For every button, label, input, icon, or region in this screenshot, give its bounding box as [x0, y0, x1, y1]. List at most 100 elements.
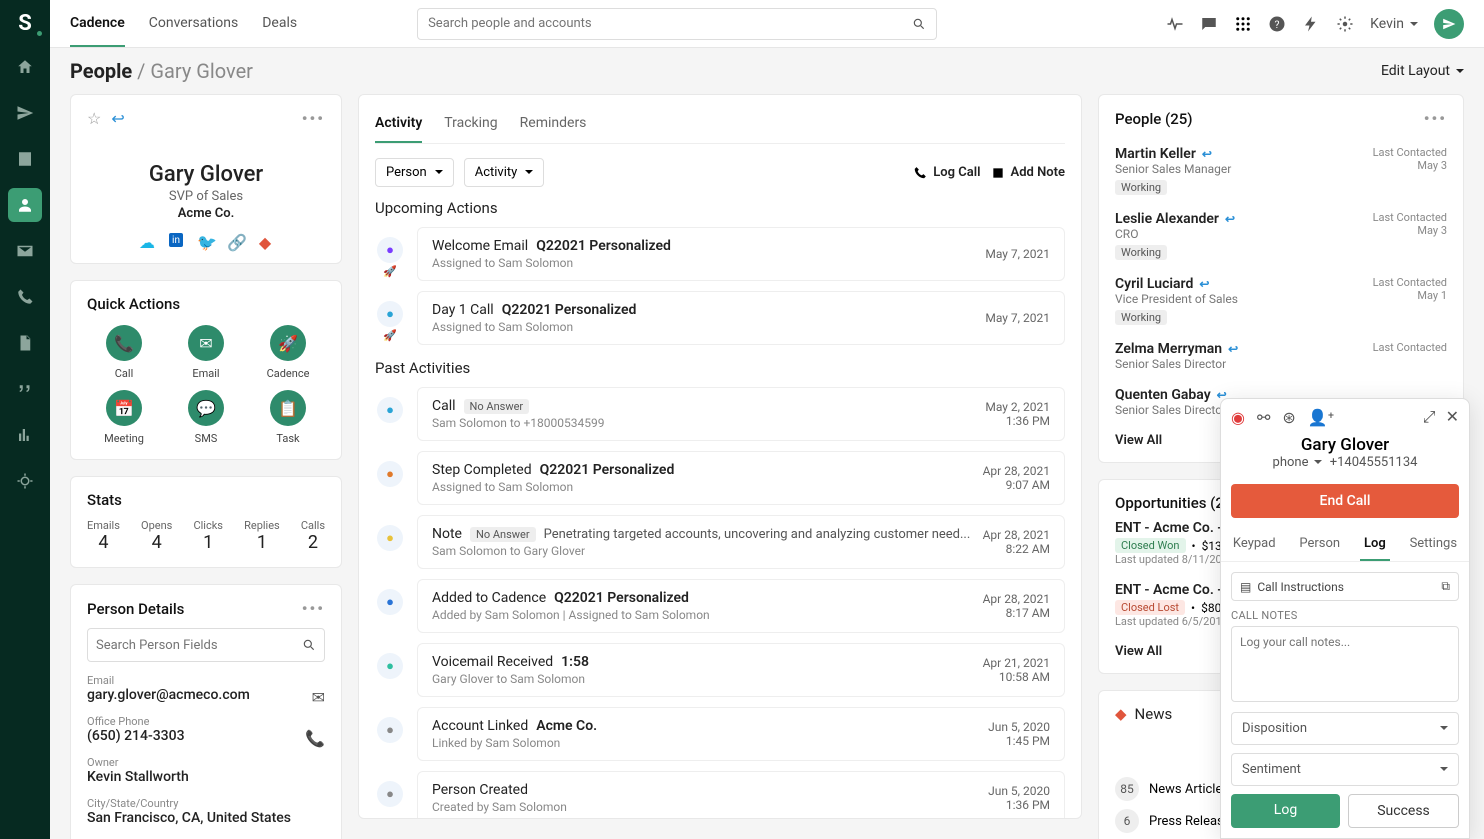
- profile-more-icon[interactable]: •••: [302, 109, 325, 128]
- tab-cadence[interactable]: Cadence: [70, 1, 125, 47]
- svg-text:?: ?: [1275, 17, 1280, 30]
- person-company[interactable]: Acme Co.: [87, 206, 325, 221]
- quick-action-email[interactable]: ✉ Email: [169, 325, 243, 380]
- activity-row[interactable]: ● Added to Cadence Q22021 Personalized A…: [375, 579, 1065, 633]
- person-fields-search-input[interactable]: [96, 638, 302, 653]
- tab-reminders[interactable]: Reminders: [520, 109, 587, 143]
- people-list-item[interactable]: Martin Keller ↩ Senior Sales Manager Wor…: [1115, 138, 1447, 203]
- filter-person[interactable]: Person: [375, 158, 454, 187]
- activity-type-icon: ●: [377, 589, 403, 615]
- people-list-item[interactable]: Leslie Alexander ↩ CRO Working Last Cont…: [1115, 203, 1447, 268]
- call-tab-keypad[interactable]: Keypad: [1229, 528, 1280, 561]
- rail-accounts-icon[interactable]: [8, 142, 42, 176]
- call-log-button[interactable]: Log: [1231, 794, 1340, 828]
- rail-phone-icon[interactable]: [8, 280, 42, 314]
- tab-activity[interactable]: Activity: [375, 109, 422, 143]
- call-tab-log[interactable]: Log: [1360, 528, 1390, 561]
- people-panel-more-icon[interactable]: •••: [1424, 109, 1447, 128]
- add-person-icon[interactable]: 👤⁺: [1308, 408, 1334, 427]
- tab-deals[interactable]: Deals: [262, 1, 297, 47]
- person-name: Gary Glover: [87, 162, 325, 187]
- people-list-item[interactable]: Zelma Merryman ↩ Senior Sales Director L…: [1115, 333, 1447, 379]
- bolt-icon[interactable]: [1302, 15, 1320, 33]
- rail-people-icon[interactable]: [8, 188, 42, 222]
- call-notes[interactable]: [1231, 626, 1459, 702]
- activity-type-icon: ●: [377, 237, 403, 263]
- launch-button[interactable]: [1434, 9, 1464, 39]
- quick-action-cadence[interactable]: 🚀 Cadence: [251, 325, 325, 380]
- add-note-button[interactable]: Add Note: [991, 165, 1065, 180]
- person-details-more-icon[interactable]: •••: [302, 599, 325, 618]
- call-notes-input[interactable]: [1232, 627, 1458, 701]
- activity-row[interactable]: ● Note No Answer Penetrating targeted ac…: [375, 515, 1065, 569]
- activity-row[interactable]: ● Call No Answer Sam Solomon to +1800053…: [375, 387, 1065, 441]
- user-name: Kevin: [1370, 16, 1404, 32]
- rail-cadence-icon[interactable]: [8, 96, 42, 130]
- phone-icon[interactable]: 📞: [305, 729, 325, 748]
- chat-icon[interactable]: [1200, 15, 1218, 33]
- linkedin-icon[interactable]: in: [169, 233, 183, 247]
- quick-action-meeting[interactable]: 📅 Meeting: [87, 390, 161, 445]
- gear-icon[interactable]: [1336, 15, 1354, 33]
- rail-mail-icon[interactable]: [8, 234, 42, 268]
- call-tab-settings[interactable]: Settings: [1406, 528, 1461, 561]
- apps-icon[interactable]: [1234, 15, 1252, 33]
- person-title: SVP of Sales: [87, 189, 325, 204]
- quick-action-sms[interactable]: 💬 SMS: [169, 390, 243, 445]
- quick-action-task[interactable]: 📋 Task: [251, 390, 325, 445]
- activity-row[interactable]: ● Step Completed Q22021 Personalized Ass…: [375, 451, 1065, 505]
- global-search-input[interactable]: [428, 16, 912, 31]
- rail-target-icon[interactable]: [8, 464, 42, 498]
- link-icon[interactable]: 🔗: [227, 233, 243, 249]
- activity-row[interactable]: ● 🚀 Day 1 Call Q22021 Personalized Assig…: [375, 291, 1065, 345]
- pulse-icon[interactable]: [1166, 15, 1184, 33]
- doc-icon: ▤: [1240, 580, 1251, 594]
- user-menu[interactable]: Kevin: [1370, 16, 1418, 32]
- reply-icon[interactable]: ↩: [111, 109, 124, 128]
- activity-panel: Activity Tracking Reminders Person Activ…: [358, 94, 1082, 819]
- expand-icon[interactable]: ⤢: [1423, 407, 1436, 427]
- sentiment-select[interactable]: Sentiment: [1231, 753, 1459, 786]
- popout-icon[interactable]: ⧉: [1441, 579, 1450, 594]
- twitter-icon[interactable]: 🐦: [197, 233, 213, 249]
- breadcrumb-leaf: Gary Glover: [150, 59, 253, 83]
- voicemail-icon[interactable]: ⚯: [1257, 408, 1270, 427]
- people-list-item[interactable]: Cyril Luciard ↩ Vice President of Sales …: [1115, 268, 1447, 333]
- record-icon[interactable]: ◉: [1231, 408, 1245, 427]
- log-call-button[interactable]: Log Call: [913, 165, 980, 180]
- call-phone-type[interactable]: phone: [1273, 455, 1322, 470]
- end-call-button[interactable]: End Call: [1231, 484, 1459, 518]
- breadcrumb-root[interactable]: People: [70, 59, 132, 83]
- tab-tracking[interactable]: Tracking: [444, 109, 497, 143]
- dialpad-icon[interactable]: ⊛: [1282, 408, 1295, 427]
- edit-layout-button[interactable]: Edit Layout: [1381, 63, 1464, 79]
- profile-card: ☆ ↩ ••• Gary Glover SVP of Sales Acme Co…: [70, 94, 342, 264]
- stat-opens: Opens4: [141, 519, 172, 553]
- activity-row[interactable]: ● 🚀 Welcome Email Q22021 Personalized As…: [375, 227, 1065, 281]
- tab-conversations[interactable]: Conversations: [149, 1, 238, 47]
- person-fields-search[interactable]: [87, 628, 325, 662]
- disposition-select[interactable]: Disposition: [1231, 712, 1459, 745]
- activity-row[interactable]: ● Voicemail Received 1:58 Gary Glover to…: [375, 643, 1065, 697]
- activity-row[interactable]: ● Person Created Created by Sam Solomon …: [375, 771, 1065, 819]
- top-tabs: Cadence Conversations Deals: [70, 1, 297, 47]
- rail-doc-icon[interactable]: [8, 326, 42, 360]
- call-tab-person[interactable]: Person: [1295, 528, 1344, 561]
- global-search[interactable]: [417, 8, 937, 40]
- owler-icon[interactable]: ◆: [257, 233, 273, 249]
- star-icon[interactable]: ☆: [87, 109, 101, 128]
- help-icon[interactable]: ?: [1268, 15, 1286, 33]
- rail-home-icon[interactable]: [8, 50, 42, 84]
- call-person-name: Gary Glover: [1231, 435, 1459, 455]
- person-details-title: Person Details: [87, 600, 184, 618]
- mail-icon[interactable]: ✉: [312, 688, 325, 707]
- call-success-button[interactable]: Success: [1348, 794, 1459, 828]
- filter-activity[interactable]: Activity: [464, 158, 545, 187]
- quick-action-call[interactable]: 📞 Call: [87, 325, 161, 380]
- activity-row[interactable]: ● Account Linked Acme Co. Linked by Sam …: [375, 707, 1065, 761]
- salesforce-icon[interactable]: ☁: [139, 233, 155, 249]
- close-icon[interactable]: ✕: [1446, 407, 1459, 427]
- call-instructions[interactable]: ▤ Call Instructions ⧉: [1231, 572, 1459, 601]
- rail-analytics-icon[interactable]: [8, 418, 42, 452]
- rail-quote-icon[interactable]: [8, 372, 42, 406]
